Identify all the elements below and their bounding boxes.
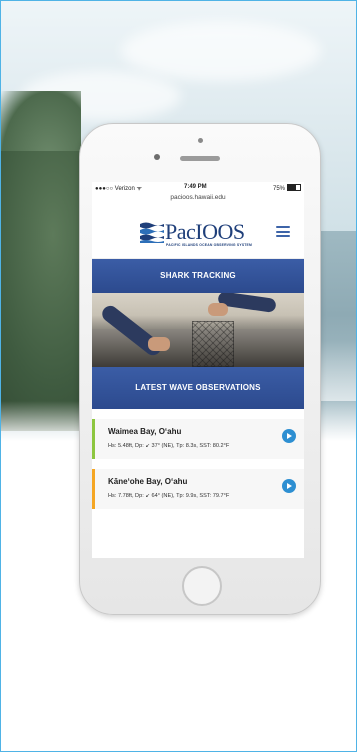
battery-percent: 75% <box>272 186 285 192</box>
observation-location: Waimea Bay, O‘ahu <box>108 427 182 436</box>
battery-icon <box>287 184 301 191</box>
carrier-signal: ●●●○○ Verizon ᯤ <box>95 186 142 192</box>
logo-subtitle: PACIFIC ISLANDS OCEAN OBSERVING SYSTEM <box>166 243 253 247</box>
observation-data: Hs: 7.78ft, Dp: ↙ 64° (NE), Tp: 9.9s, SS… <box>108 493 230 499</box>
image-frame: ●●●○○ Verizon ᯤ 7:49 PM 75% pacioos.hawa… <box>0 0 357 752</box>
list-item-observation[interactable]: Waimea Bay, O‘ahu Hs: 5.48ft, Dp: ↙ 37° … <box>92 419 304 459</box>
earpiece-speaker <box>180 156 220 161</box>
battery-status: 75% <box>273 184 301 192</box>
logo-wordmark: PacIOOS <box>165 219 245 244</box>
observation-location: Kāne‘ohe Bay, O‘ahu <box>108 477 188 486</box>
shark-tagging-photo[interactable] <box>92 293 304 367</box>
sensor-icon <box>154 154 160 160</box>
address-bar-url[interactable]: pacioos.hawaii.edu <box>92 193 304 205</box>
home-button[interactable] <box>182 566 222 606</box>
play-icon[interactable] <box>282 479 296 493</box>
status-bar: ●●●○○ Verizon ᯤ 7:49 PM 75% <box>92 182 304 193</box>
phone-screen: ●●●○○ Verizon ᯤ 7:49 PM 75% pacioos.hawa… <box>92 182 304 558</box>
status-time: 7:49 PM <box>184 184 207 190</box>
play-icon[interactable] <box>282 429 296 443</box>
waves-logo-icon <box>140 221 164 243</box>
shark-tracking-banner[interactable]: SHARK TRACKING <box>92 259 304 293</box>
menu-hamburger-icon[interactable] <box>276 226 290 237</box>
latest-wave-observations-banner[interactable]: LATEST WAVE OBSERVATIONS <box>92 367 304 409</box>
list-item-observation[interactable]: Kāne‘ohe Bay, O‘ahu Hs: 7.78ft, Dp: ↙ 64… <box>92 469 304 509</box>
front-camera-icon <box>198 138 203 143</box>
observation-data: Hs: 5.48ft, Dp: ↙ 37° (NE), Tp: 8.3s, SS… <box>108 443 230 449</box>
site-header: PacIOOS PACIFIC ISLANDS OCEAN OBSERVING … <box>92 205 304 259</box>
pacioos-logo[interactable]: PacIOOS PACIFIC ISLANDS OCEAN OBSERVING … <box>140 219 260 251</box>
